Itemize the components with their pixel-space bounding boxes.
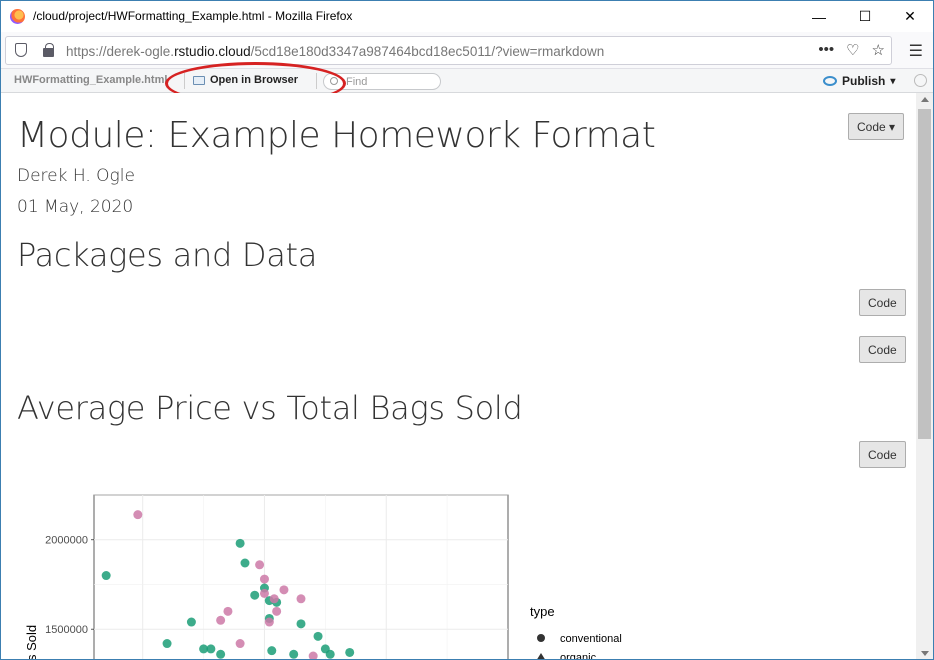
section-heading-average-price: Average Price vs Total Bags Sold	[17, 389, 523, 427]
legend-title: type	[530, 604, 555, 619]
data-point-organic	[269, 594, 279, 604]
file-name-label: HWFormatting_Example.html	[14, 74, 168, 86]
data-point-organic	[279, 585, 289, 595]
data-point-organic	[255, 560, 265, 570]
data-point-conventional	[240, 558, 250, 568]
page-actions: ••• ♡ ☆	[818, 41, 885, 59]
address-bar[interactable]: https://derek-ogle.rstudio.cloud/5cd18e1…	[5, 36, 892, 65]
page-actions-more-icon[interactable]: •••	[818, 41, 834, 59]
minimize-button[interactable]: —	[796, 1, 842, 32]
code-button[interactable]: Code	[859, 289, 906, 316]
publish-icon	[823, 76, 837, 86]
data-point-conventional	[216, 649, 226, 659]
y-tick-label: 2000000	[45, 535, 88, 547]
code-all-dropdown-button[interactable]: Code ▾	[848, 113, 905, 140]
find-placeholder: Find	[346, 76, 368, 88]
data-point-organic	[264, 617, 274, 627]
data-point-conventional	[250, 590, 260, 600]
data-point-conventional	[296, 619, 306, 629]
maximize-button[interactable]: ☐	[842, 1, 888, 32]
publish-button[interactable]: Publish ▾	[823, 74, 895, 88]
url-suffix: /5cd18e180d3347a987464bcd18ec5011/?view=…	[250, 44, 605, 59]
scroll-down-arrow-icon[interactable]	[921, 651, 929, 656]
rstudio-viewer-toolbar: HWFormatting_Example.html Open in Browse…	[1, 69, 933, 93]
title-bar: /cloud/project/HWFormatting_Example.html…	[1, 1, 933, 32]
data-point-organic	[216, 615, 226, 625]
date: 01 May, 2020	[17, 197, 134, 217]
vertical-scrollbar[interactable]	[916, 93, 933, 659]
data-point-conventional	[235, 538, 245, 548]
section-heading-packages: Packages and Data	[17, 236, 318, 274]
browser-window: /cloud/project/HWFormatting_Example.html…	[0, 0, 934, 660]
firefox-icon	[10, 9, 25, 24]
legend-key-triangle	[537, 653, 545, 659]
y-tick-label: 1500000	[45, 624, 88, 636]
y-axis-label: s Sold	[24, 625, 39, 660]
data-point-organic	[259, 574, 269, 584]
y-axis-ticks: 2000000 1500000	[45, 535, 94, 636]
hamburger-menu-icon[interactable]: ☰	[909, 41, 923, 61]
lock-icon[interactable]	[43, 43, 54, 57]
data-point-conventional	[206, 644, 216, 654]
data-point-organic	[133, 510, 143, 520]
bookmark-star-icon[interactable]: ☆	[872, 41, 885, 59]
legend-item-conventional: conventional	[560, 633, 622, 645]
data-point-conventional	[345, 647, 355, 657]
plot-panel	[93, 494, 509, 659]
data-point-conventional	[289, 649, 299, 659]
code-button[interactable]: Code	[859, 441, 906, 468]
page-title: Module: Example Homework Format	[17, 115, 656, 156]
tracking-shield-icon[interactable]	[15, 43, 27, 57]
code-button[interactable]: Code	[859, 336, 906, 363]
scroll-up-arrow-icon[interactable]	[921, 97, 929, 102]
data-point-organic	[223, 606, 233, 616]
refresh-icon[interactable]	[914, 74, 927, 87]
data-point-conventional	[313, 631, 323, 641]
data-point-conventional	[186, 617, 196, 627]
chevron-down-icon: ▾	[890, 75, 896, 87]
author: Derek H. Ogle	[17, 166, 135, 186]
data-point-organic	[259, 588, 269, 598]
url-text[interactable]: https://derek-ogle.rstudio.cloud/5cd18e1…	[66, 44, 604, 59]
data-point-organic	[296, 594, 306, 604]
window-title: /cloud/project/HWFormatting_Example.html…	[33, 9, 353, 23]
url-prefix: https://derek-ogle.	[66, 44, 175, 59]
data-point-conventional	[325, 649, 335, 659]
data-point-organic	[272, 606, 282, 616]
legend-item-organic: organic	[560, 652, 597, 660]
navigation-toolbar: https://derek-ogle.rstudio.cloud/5cd18e1…	[1, 32, 933, 69]
scroll-thumb[interactable]	[918, 109, 931, 439]
pocket-icon[interactable]: ♡	[846, 41, 859, 59]
document-content: Module: Example Homework Format Code ▾ D…	[1, 93, 916, 660]
close-button[interactable]: ✕	[887, 1, 933, 32]
data-point-conventional	[267, 646, 277, 656]
scatter-plot: 20000001500000 s Sold type conventional …	[24, 494, 622, 660]
data-point-conventional	[101, 571, 111, 581]
data-point-conventional	[162, 639, 172, 649]
publish-label: Publish	[842, 74, 886, 88]
data-point-organic	[235, 639, 245, 649]
legend-key-circle	[537, 634, 545, 642]
url-domain: rstudio.cloud	[174, 44, 251, 59]
